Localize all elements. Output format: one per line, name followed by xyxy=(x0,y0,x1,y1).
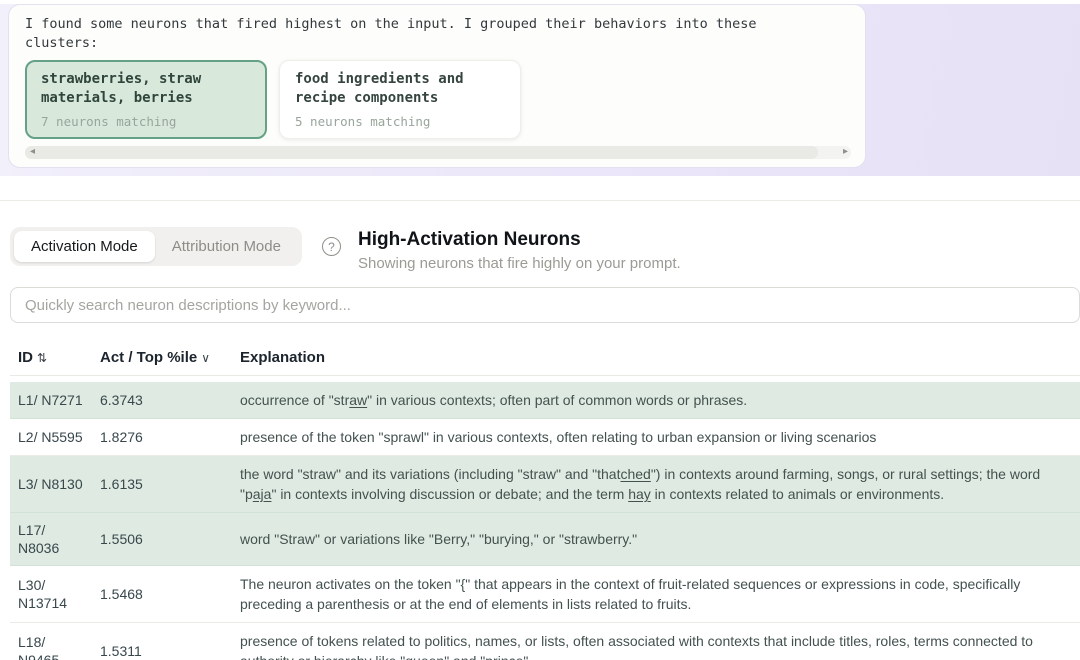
cell-id: L30/N13714 xyxy=(18,577,68,611)
cell-id: L18/N9465 xyxy=(18,634,60,660)
mode-bar: Activation Mode Attribution Mode ? High-… xyxy=(10,227,1070,272)
scrollbar-right-arrow-icon[interactable]: ▸ xyxy=(843,145,848,159)
search-input[interactable] xyxy=(10,287,1080,323)
sort-updown-icon: ⇅ xyxy=(37,351,48,365)
neuron-table: ID ⇅ Act / Top %ile ∨ Explanation L1/ N727… xyxy=(10,339,1080,660)
table-row[interactable]: L2/ N5595 1.8276 presence of the token "… xyxy=(10,419,1080,456)
col-header-act[interactable]: Act / Top %ile ∨ xyxy=(100,349,240,366)
section-divider xyxy=(0,200,1080,201)
section-headings: High-Activation Neurons Showing neurons … xyxy=(358,227,681,272)
cell-explanation: The neuron activates on the token "{" th… xyxy=(240,576,1021,612)
col-header-explanation[interactable]: Explanation xyxy=(240,349,1080,366)
cell-explanation: presence of the token "sprawl" in variou… xyxy=(240,429,877,445)
cell-act: 6.3743 xyxy=(100,392,143,408)
col-header-id[interactable]: ID ⇅ xyxy=(18,349,100,366)
cell-act: 1.8276 xyxy=(100,429,143,445)
cluster-title: strawberries, straw materials, berries xyxy=(41,71,202,106)
tab-activation-mode[interactable]: Activation Mode xyxy=(14,231,155,262)
cell-id: L2/ N5595 xyxy=(18,429,83,445)
cluster-cards: strawberries, straw materials, berries 7… xyxy=(25,60,849,139)
cell-explanation: the word "straw" and its variations (inc… xyxy=(240,466,1041,502)
cell-explanation: presence of tokens related to politics, … xyxy=(240,633,1033,660)
cluster-count: 7 neurons matching xyxy=(41,114,177,129)
cell-act: 1.5468 xyxy=(100,586,143,602)
hero-section: I found some neurons that fired highest … xyxy=(0,4,1080,176)
cell-explanation: word "Straw" or variations like "Berry,"… xyxy=(240,531,638,547)
cluster-card[interactable]: food ingredients and recipe components 5… xyxy=(279,60,521,139)
table-row[interactable]: L18/N9465 1.5311 presence of tokens rela… xyxy=(10,623,1080,660)
assistant-message-card: I found some neurons that fired highest … xyxy=(8,4,866,168)
table-row[interactable]: L3/ N8130 1.6135 the word "straw" and it… xyxy=(10,456,1080,513)
cell-act: 1.5506 xyxy=(100,531,143,547)
cell-id: L17/N8036 xyxy=(18,522,60,556)
cell-id: L3/ N8130 xyxy=(18,476,83,492)
table-body: L1/ N7271 6.3743 occurrence of "straw" i… xyxy=(10,382,1080,660)
cell-act: 1.5311 xyxy=(100,643,142,659)
table-header: ID ⇅ Act / Top %ile ∨ Explanation xyxy=(10,339,1080,376)
horizontal-scrollbar[interactable]: ◂ ▸ xyxy=(25,146,851,159)
table-row[interactable]: L1/ N7271 6.3743 occurrence of "straw" i… xyxy=(10,382,1080,419)
assistant-message: I found some neurons that fired highest … xyxy=(25,16,757,51)
cluster-title: food ingredients and recipe components xyxy=(295,71,464,106)
scrollbar-left-arrow-icon[interactable]: ◂ xyxy=(30,145,35,159)
chevron-down-icon: ∨ xyxy=(201,351,211,365)
cell-id: L1/ N7271 xyxy=(18,392,83,408)
help-icon[interactable]: ? xyxy=(321,237,341,256)
table-row[interactable]: L17/N8036 1.5506 word "Straw" or variati… xyxy=(10,513,1080,566)
cluster-count: 5 neurons matching xyxy=(295,114,431,129)
scrollbar-thumb[interactable] xyxy=(25,146,818,159)
mode-tabs: Activation Mode Attribution Mode xyxy=(10,227,302,266)
cluster-card[interactable]: strawberries, straw materials, berries 7… xyxy=(25,60,267,139)
cell-act: 1.6135 xyxy=(100,476,143,492)
page-title: High-Activation Neurons xyxy=(357,229,581,250)
page-subtitle: Showing neurons that fire highly on your… xyxy=(357,255,681,272)
cell-explanation: occurrence of "straw" in various context… xyxy=(240,392,748,408)
tab-attribution-mode[interactable]: Attribution Mode xyxy=(155,231,298,262)
table-row[interactable]: L30/N13714 1.5468 The neuron activates o… xyxy=(10,566,1080,623)
